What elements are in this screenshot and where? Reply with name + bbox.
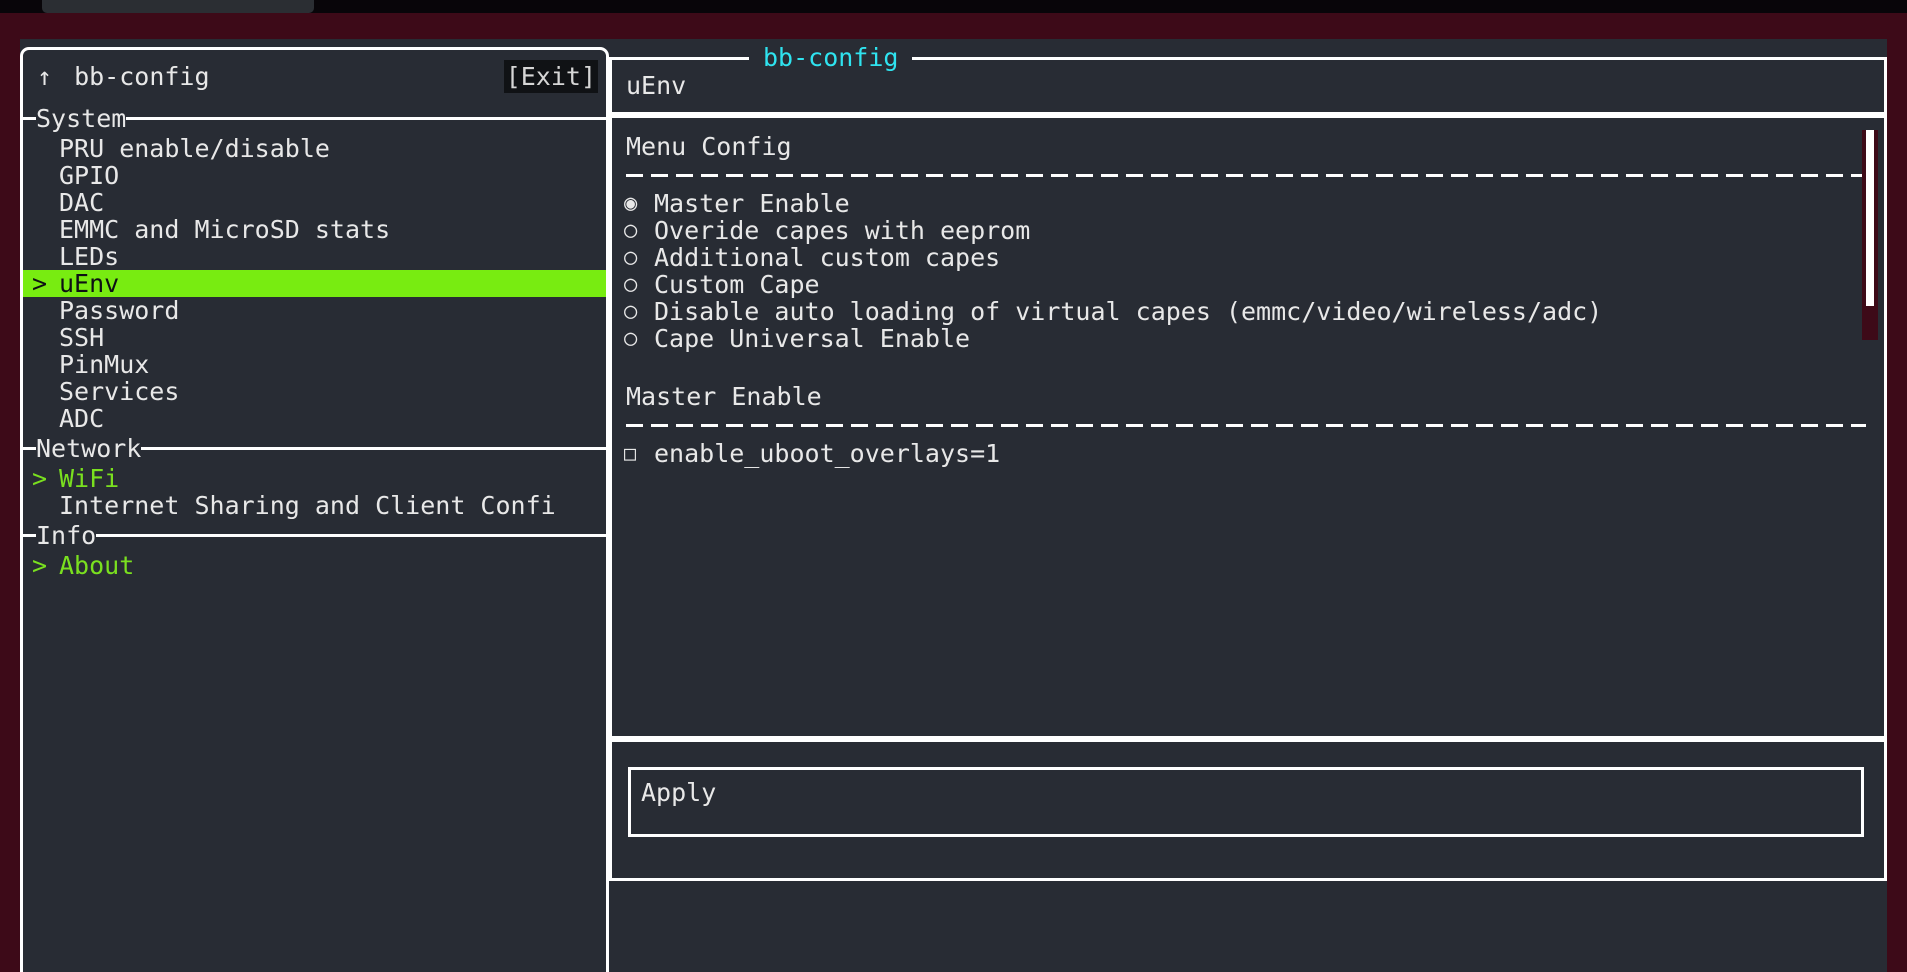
option-label: Cape Universal Enable [654, 322, 970, 355]
detail-heading: Master Enable [626, 380, 822, 413]
sidebar-item-label: PinMux [59, 351, 149, 378]
sidebar-item-leds[interactable]: LEDs [23, 243, 606, 270]
radio-option-custom-cape[interactable]: ○ Custom Cape [624, 271, 820, 298]
up-arrow-icon[interactable]: ↑ [37, 60, 52, 93]
config-panel: Menu Config ◉ Master Enable ○ Overide ca… [609, 115, 1887, 739]
sidebar-item-internet-sharing[interactable]: Internet Sharing and Client Confi [23, 492, 606, 519]
sidebar-item-label: GPIO [59, 162, 119, 189]
sidebar-item-label: DAC [59, 189, 104, 216]
taskbar-window-chip[interactable] [42, 0, 314, 13]
rule-stub [23, 117, 36, 120]
radio-option-cape-universal-enable[interactable]: ○ Cape Universal Enable [624, 325, 970, 352]
sidebar-item-about[interactable]: > About [23, 552, 606, 579]
breadcrumb-bar: uEnv [609, 57, 1887, 115]
sidebar-item-label: About [59, 552, 134, 579]
checkbox-label: enable_uboot_overlays=1 [654, 437, 1000, 470]
sidebar-item-label: Services [59, 378, 179, 405]
sidebar-item-label: WiFi [59, 465, 119, 492]
section-label-info: Info [36, 519, 96, 552]
sidebar-item-label: ADC [59, 405, 104, 432]
sidebar-item-label: SSH [59, 324, 104, 351]
app-title: bb-config [74, 60, 504, 93]
menu-marker: > [23, 552, 59, 579]
rule-stub [23, 447, 36, 450]
sidebar-item-pru[interactable]: PRU enable/disable [23, 135, 606, 162]
sidebar-item-pinmux[interactable]: PinMux [23, 351, 606, 378]
menu-marker: > [23, 270, 59, 297]
radio-option-disable-auto-loading-virtual-capes[interactable]: ○ Disable auto loading of virtual capes … [624, 298, 1602, 325]
sidebar-panel: ↑ bb-config [Exit] System PRU enable/dis… [20, 47, 609, 972]
radio-option-master-enable[interactable]: ◉ Master Enable [624, 190, 850, 217]
sidebar-item-uenv[interactable]: > uEnv [23, 270, 606, 297]
section-label-network: Network [36, 432, 141, 465]
section-label-system: System [36, 102, 126, 135]
scrollbar-track[interactable] [1862, 130, 1878, 340]
sidebar-item-label: uEnv [59, 270, 119, 297]
divider [626, 424, 1866, 427]
menu-config-heading: Menu Config [626, 130, 792, 163]
exit-button[interactable]: [Exit] [504, 60, 598, 93]
breadcrumb: uEnv [626, 69, 686, 102]
radio-unselected-icon: ○ [624, 322, 654, 355]
divider [626, 174, 1866, 177]
sidebar-item-wifi[interactable]: > WiFi [23, 465, 606, 492]
actions-panel: Apply [609, 739, 1887, 881]
sidebar-item-label: LEDs [59, 243, 119, 270]
section-header-network: Network [23, 432, 606, 465]
checkbox-enable-uboot-overlays[interactable]: □ enable_uboot_overlays=1 [624, 440, 1000, 467]
rule-line [96, 534, 606, 537]
sidebar-item-label: Internet Sharing and Client Confi [59, 492, 556, 519]
desktop-top-strip [0, 0, 1907, 13]
sidebar-header: ↑ bb-config [Exit] [23, 50, 606, 102]
menu-marker: > [23, 465, 59, 492]
sidebar-item-services[interactable]: Services [23, 378, 606, 405]
rule-stub [23, 534, 36, 537]
section-header-system: System [23, 102, 606, 135]
radio-option-additional-custom-capes[interactable]: ○ Additional custom capes [624, 244, 1000, 271]
sidebar-item-label: Password [59, 297, 179, 324]
rule-line [126, 117, 606, 120]
sidebar-item-adc[interactable]: ADC [23, 405, 606, 432]
sidebar-item-dac[interactable]: DAC [23, 189, 606, 216]
sidebar-item-ssh[interactable]: SSH [23, 324, 606, 351]
rule-line [141, 447, 606, 450]
section-header-info: Info [23, 519, 606, 552]
scrollbar-thumb[interactable] [1866, 130, 1874, 306]
sidebar-item-password[interactable]: Password [23, 297, 606, 324]
apply-button[interactable]: Apply [628, 767, 1864, 837]
sidebar-item-label: PRU enable/disable [59, 135, 330, 162]
checkbox-unchecked-icon: □ [624, 437, 654, 470]
sidebar-item-gpio[interactable]: GPIO [23, 162, 606, 189]
sidebar-item-label: EMMC and MicroSD stats [59, 216, 390, 243]
terminal-content: ↑ bb-config [Exit] System PRU enable/dis… [20, 39, 1887, 972]
sidebar-item-emmc-microsd-stats[interactable]: EMMC and MicroSD stats [23, 216, 606, 243]
radio-option-overide-capes-eeprom[interactable]: ○ Overide capes with eeprom [624, 217, 1030, 244]
main-panel: bb-config uEnv Menu Config ◉ Master Enab… [609, 47, 1887, 972]
terminal-window-frame: ↑ bb-config [Exit] System PRU enable/dis… [0, 13, 1907, 972]
